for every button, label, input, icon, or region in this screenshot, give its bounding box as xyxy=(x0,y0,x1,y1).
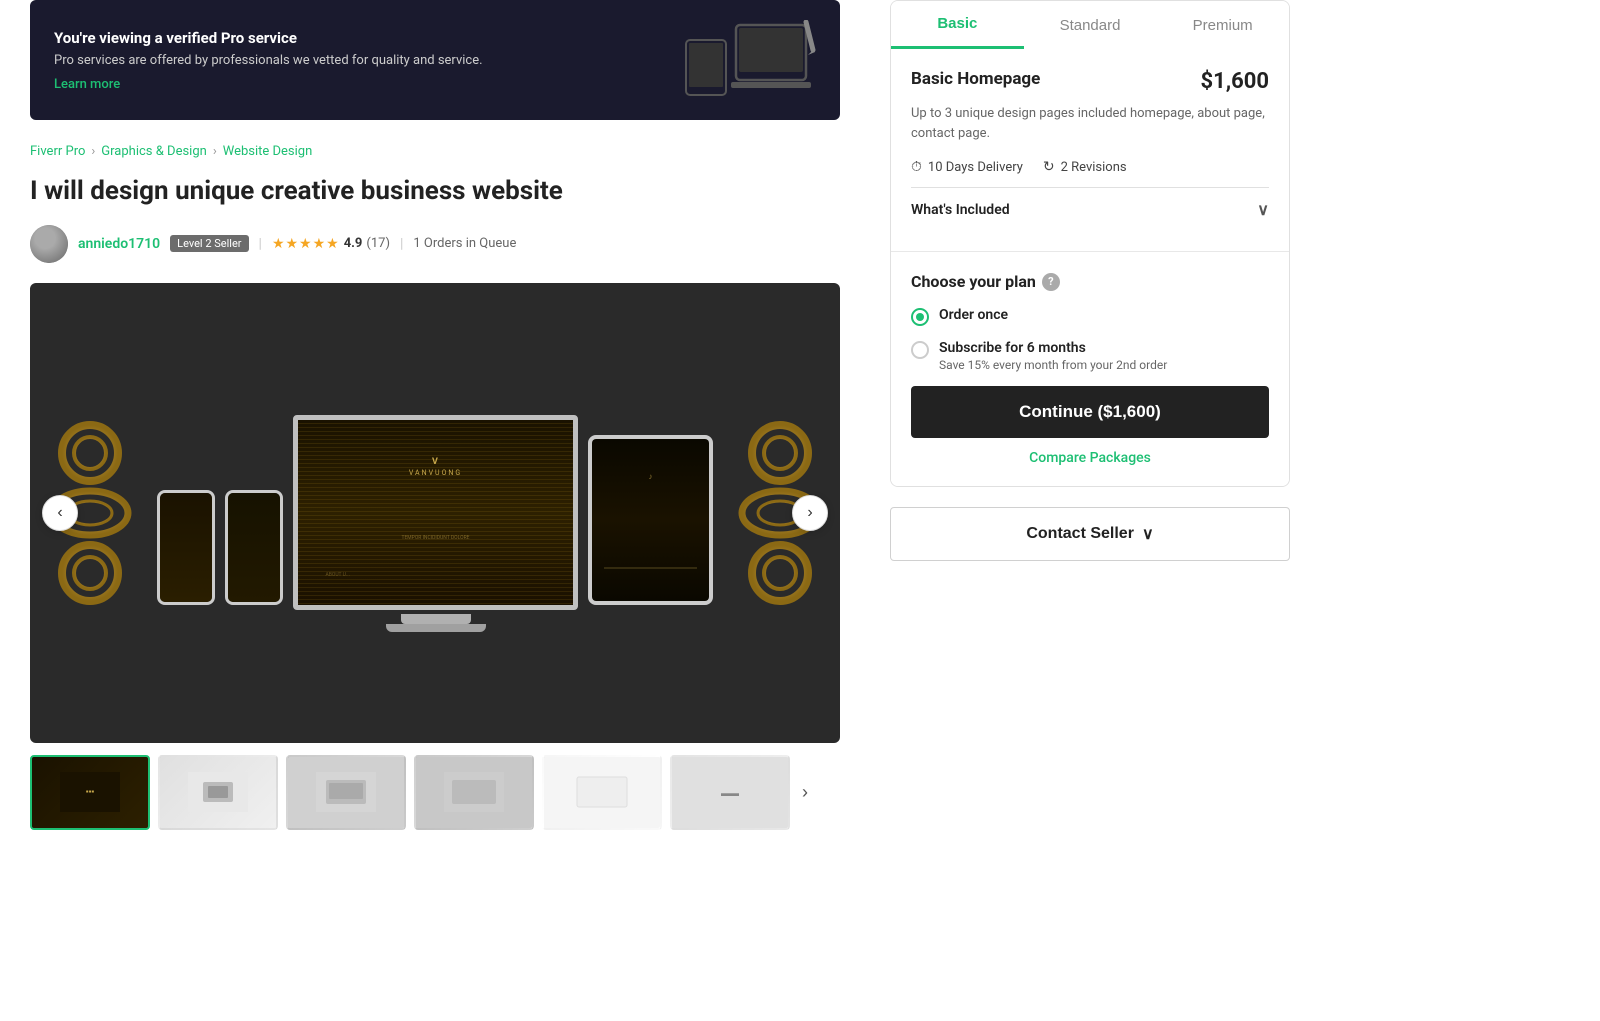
subscribe-option[interactable]: Subscribe for 6 months Save 15% every mo… xyxy=(911,340,1269,372)
package-header: Basic Homepage $1,600 xyxy=(911,69,1269,94)
seller-divider-1: | xyxy=(259,236,262,252)
package-name: Basic Homepage xyxy=(911,69,1040,89)
whats-included-toggle[interactable]: What's Included ∨ xyxy=(911,187,1269,231)
seller-name[interactable]: anniedo1710 xyxy=(78,236,160,252)
package-price: $1,600 xyxy=(1200,69,1269,94)
revisions-icon: ↻ xyxy=(1043,159,1055,175)
tab-premium[interactable]: Premium xyxy=(1156,1,1289,49)
revisions-label: 2 Revisions xyxy=(1061,160,1127,175)
clock-icon: ⏱ xyxy=(911,159,922,175)
chevron-down-icon: ∨ xyxy=(1257,200,1269,219)
listing-title: I will design unique creative business w… xyxy=(30,175,840,209)
order-once-label: Order once xyxy=(939,307,1008,323)
breadcrumb: Fiverr Pro › Graphics & Design › Website… xyxy=(30,144,840,159)
thumb-6-icon: ▬▬ xyxy=(700,772,760,812)
revisions-meta: ↻ 2 Revisions xyxy=(1043,159,1127,175)
main-image-container: V VANVUONG TEMPOR INCIDIDUNT DOLORE ABOU… xyxy=(30,283,840,743)
plan-section: Choose your plan ? Order once Subscribe … xyxy=(891,252,1289,486)
delivery-meta: ⏱ 10 Days Delivery xyxy=(911,159,1023,175)
pro-banner-subtext: Pro services are offered by professional… xyxy=(54,53,676,68)
plan-title-label: Choose your plan xyxy=(911,272,1036,291)
breadcrumb-separator-1: › xyxy=(91,144,95,159)
contact-seller-button[interactable]: Contact Seller ∨ xyxy=(890,507,1290,561)
breadcrumb-fiverr-pro[interactable]: Fiverr Pro xyxy=(30,144,85,159)
right-panel: Basic Standard Premium Basic Homepage $1… xyxy=(870,0,1310,860)
review-count: (17) xyxy=(366,236,390,251)
learn-more-link[interactable]: Learn more xyxy=(54,77,120,92)
package-card: Basic Standard Premium Basic Homepage $1… xyxy=(890,0,1290,487)
delivery-label: 10 Days Delivery xyxy=(928,160,1023,175)
pro-banner-headline: You're viewing a verified Pro service xyxy=(54,29,676,47)
seller-rating: ★★★★★ 4.9 (17) xyxy=(272,236,390,252)
pro-banner-illustration xyxy=(676,20,816,100)
order-once-radio[interactable] xyxy=(911,308,929,326)
thumbnail-3[interactable] xyxy=(286,755,406,830)
svg-text:▪▪▪: ▪▪▪ xyxy=(86,787,95,796)
subscribe-text: Subscribe for 6 months Save 15% every mo… xyxy=(939,340,1167,372)
contact-seller-chevron: ∨ xyxy=(1142,524,1154,544)
subscribe-sublabel: Save 15% every month from your 2nd order xyxy=(939,358,1167,372)
tablet-mockup: ♪ xyxy=(588,435,713,605)
thumb-1-icon: ▪▪▪ xyxy=(60,772,120,812)
continue-button[interactable]: Continue ($1,600) xyxy=(911,386,1269,438)
breadcrumb-separator-2: › xyxy=(213,144,217,159)
tab-basic[interactable]: Basic xyxy=(891,1,1024,49)
pro-banner-text: You're viewing a verified Pro service Pr… xyxy=(54,29,676,92)
avatar xyxy=(30,225,68,263)
thumbnail-2[interactable] xyxy=(158,755,278,830)
order-once-option[interactable]: Order once xyxy=(911,307,1269,326)
pro-banner-icon xyxy=(676,20,816,100)
seller-divider-2: | xyxy=(400,236,403,252)
contact-seller-label: Contact Seller xyxy=(1026,525,1134,543)
order-once-text: Order once xyxy=(939,307,1008,323)
whats-included-label: What's Included xyxy=(911,202,1010,218)
phone-mockup-2 xyxy=(225,490,283,605)
rating-score: 4.9 xyxy=(344,236,363,251)
subscribe-radio[interactable] xyxy=(911,341,929,359)
subscribe-label: Subscribe for 6 months xyxy=(939,340,1167,356)
tab-standard[interactable]: Standard xyxy=(1024,1,1157,49)
seller-badge: Level 2 Seller xyxy=(170,235,248,252)
question-icon: ? xyxy=(1042,273,1060,291)
orders-in-queue: 1 Orders in Queue xyxy=(413,236,516,251)
thumbnail-strip: ▪▪▪ xyxy=(30,755,840,830)
thumb-3-icon xyxy=(316,772,376,812)
plan-title: Choose your plan ? xyxy=(911,272,1269,291)
seller-row: anniedo1710 Level 2 Seller | ★★★★★ 4.9 (… xyxy=(30,225,840,263)
thumb-5-icon xyxy=(572,772,632,812)
package-description: Up to 3 unique design pages included hom… xyxy=(911,104,1269,143)
breadcrumb-graphics-design[interactable]: Graphics & Design xyxy=(101,144,207,159)
monitor-mockup: V VANVUONG TEMPOR INCIDIDUNT DOLORE ABOU… xyxy=(293,415,578,610)
package-body: Basic Homepage $1,600 Up to 3 unique des… xyxy=(891,49,1289,251)
devices-mockup: V VANVUONG TEMPOR INCIDIDUNT DOLORE ABOU… xyxy=(157,415,713,610)
thumbnail-next-button[interactable]: › xyxy=(798,782,812,803)
carousel-prev-button[interactable]: ‹ xyxy=(42,495,78,531)
thumbnail-6[interactable]: ▬▬ xyxy=(670,755,790,830)
package-meta: ⏱ 10 Days Delivery ↻ 2 Revisions xyxy=(911,159,1269,175)
phone-mockup-1 xyxy=(157,490,215,605)
thumb-4-icon xyxy=(444,772,504,812)
thumbnail-5[interactable] xyxy=(542,755,662,830)
star-icons: ★★★★★ xyxy=(272,236,340,252)
compare-packages-link[interactable]: Compare Packages xyxy=(911,450,1269,466)
thumbnail-4[interactable] xyxy=(414,755,534,830)
thumbnail-1[interactable]: ▪▪▪ xyxy=(30,755,150,830)
pro-banner: You're viewing a verified Pro service Pr… xyxy=(30,0,840,120)
breadcrumb-website-design[interactable]: Website Design xyxy=(223,144,313,159)
carousel-next-button[interactable]: › xyxy=(792,495,828,531)
thumb-2-icon xyxy=(188,772,248,812)
svg-text:▬▬: ▬▬ xyxy=(721,789,739,799)
package-tabs: Basic Standard Premium xyxy=(891,1,1289,49)
